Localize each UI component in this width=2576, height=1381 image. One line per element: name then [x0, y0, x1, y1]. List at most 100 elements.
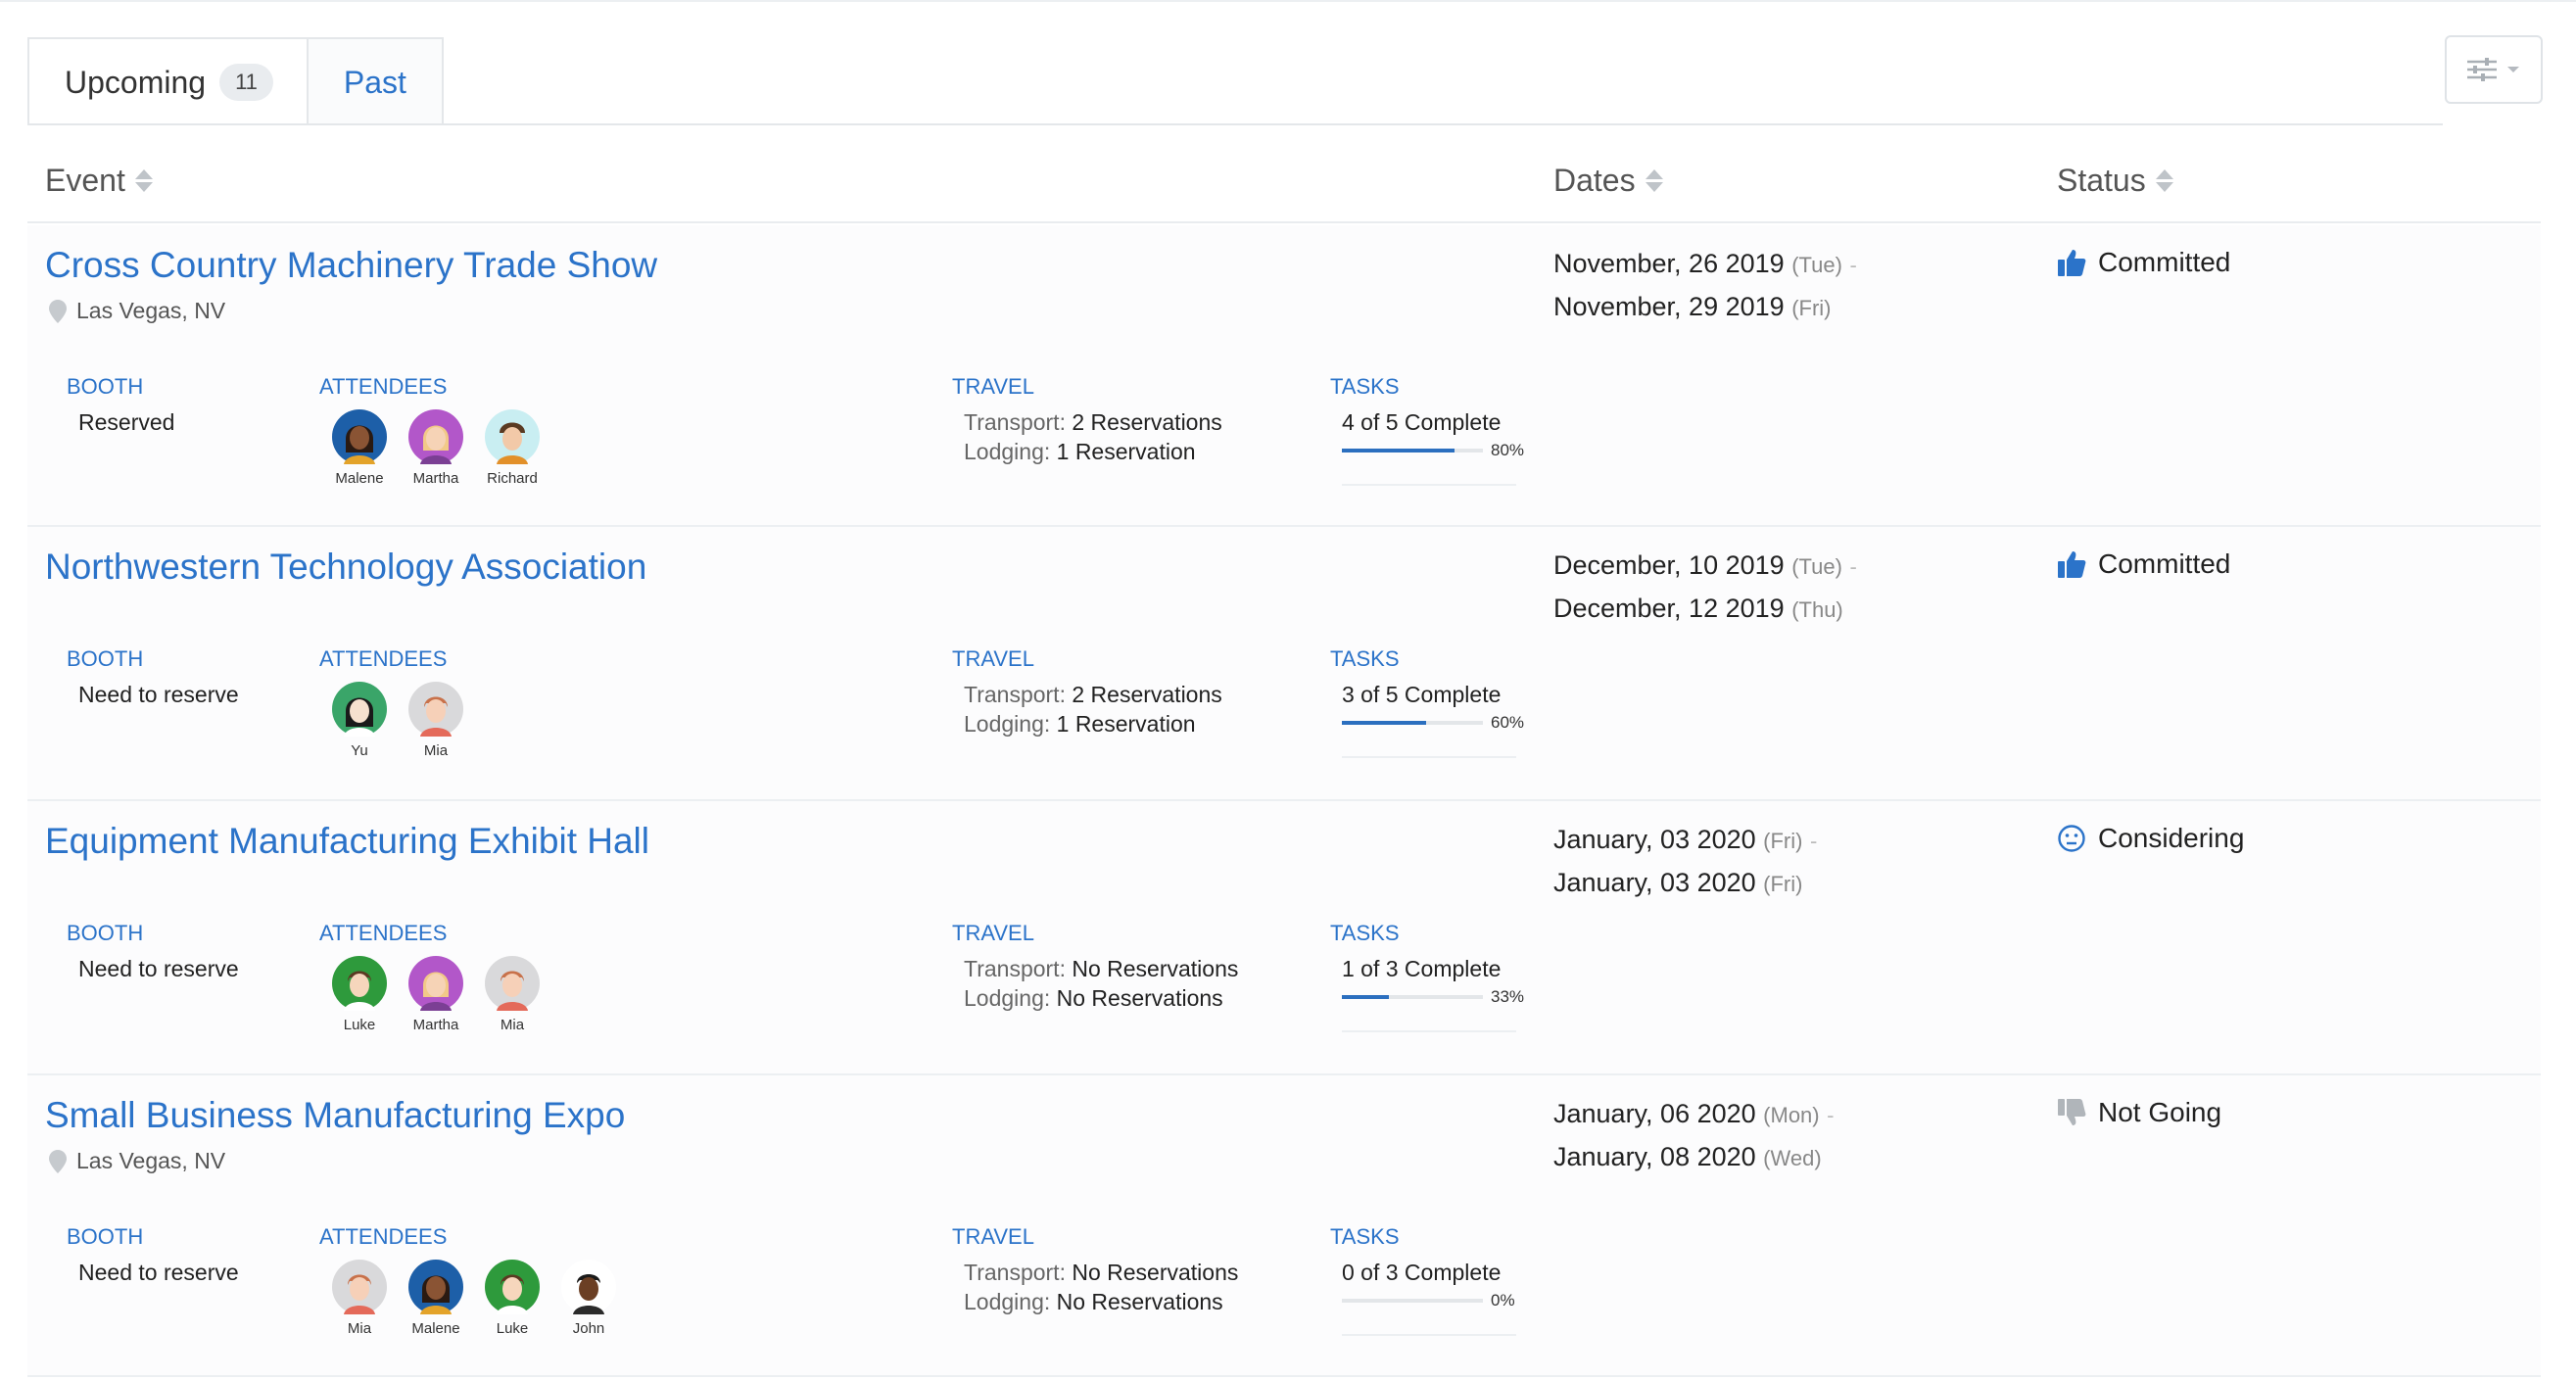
event-status[interactable]: Committed	[2057, 247, 2230, 278]
attendee-name: John	[572, 1320, 605, 1337]
transport-key: Transport:	[964, 409, 1066, 435]
progress-divider	[1342, 1334, 1516, 1336]
progress-percent: 60%	[1491, 713, 1525, 732]
transport-key: Transport:	[964, 682, 1066, 707]
transport-value: 2 Reservations	[1072, 682, 1222, 707]
attendee-avatar[interactable]: Luke	[484, 1260, 541, 1337]
tabs-divider	[27, 123, 2443, 125]
status-text: Considering	[2098, 823, 2245, 853]
transport-value: 2 Reservations	[1072, 409, 1222, 435]
avatar-icon	[561, 1260, 616, 1314]
event-title-link[interactable]: Cross Country Machinery Trade Show	[45, 245, 657, 286]
event-location: Las Vegas, NV	[49, 298, 225, 324]
lodging-key: Lodging:	[964, 985, 1051, 1011]
start-weekday: (Tue)	[1791, 253, 1842, 277]
avatar-icon	[485, 409, 540, 464]
thumbs-up-icon	[2058, 551, 2086, 578]
start-date: January, 06 2020	[1553, 1099, 1756, 1128]
filter-settings-button[interactable]	[2445, 35, 2543, 104]
start-date-line: January, 03 2020 (Fri) -	[1553, 825, 1818, 854]
lodging-value: 1 Reservation	[1056, 439, 1196, 464]
attendee-avatar[interactable]: Mia	[407, 682, 464, 759]
sort-icon	[134, 169, 153, 192]
transport-info: Transport: 2 Reservations	[964, 409, 1222, 436]
attendee-list: Luke Martha Mia	[331, 956, 541, 1033]
progress-percent: 0%	[1491, 1291, 1515, 1310]
attendee-avatar[interactable]: Malene	[331, 409, 388, 487]
attendee-list: Mia Malene Luke John	[331, 1260, 617, 1337]
attendee-list: Malene Martha Richard	[331, 409, 541, 487]
event-location-text: Las Vegas, NV	[76, 298, 226, 323]
event-status[interactable]: Not Going	[2057, 1097, 2221, 1128]
map-pin-icon	[49, 1149, 67, 1173]
event-row: Equipment Manufacturing Exhibit Hall BOO…	[27, 801, 2541, 1075]
status-text: Committed	[2098, 548, 2231, 579]
start-weekday: (Tue)	[1791, 554, 1842, 579]
avatar-icon	[485, 1260, 540, 1314]
attendee-name: Richard	[487, 470, 538, 487]
event-dates: December, 10 2019 (Tue) - December, 12 2…	[1553, 545, 1857, 631]
progress-track	[1342, 721, 1483, 725]
attendee-avatar[interactable]: Malene	[407, 1260, 464, 1337]
lodging-key: Lodging:	[964, 711, 1051, 737]
end-date-line: December, 12 2019 (Thu)	[1553, 588, 1857, 631]
event-row: Small Business Manufacturing Expo Las Ve…	[27, 1075, 2541, 1377]
attendee-avatar[interactable]: Yu	[331, 682, 388, 759]
booth-status: Need to reserve	[78, 1260, 239, 1285]
travel-label: TRAVEL	[952, 1224, 1034, 1249]
tab-upcoming[interactable]: Upcoming 11	[27, 37, 309, 125]
event-title-link[interactable]: Small Business Manufacturing Expo	[45, 1095, 625, 1136]
attendee-avatar[interactable]: Martha	[407, 409, 464, 487]
column-header-dates[interactable]: Dates	[1553, 163, 1663, 199]
avatar-icon	[332, 1260, 387, 1314]
header-divider	[27, 221, 2541, 223]
start-date: November, 26 2019	[1553, 249, 1785, 278]
column-header-event[interactable]: Event	[45, 163, 153, 199]
lodging-value: 1 Reservation	[1056, 711, 1196, 737]
event-title-link[interactable]: Northwestern Technology Association	[45, 547, 646, 588]
travel-label: TRAVEL	[952, 921, 1034, 945]
attendee-avatar[interactable]: Richard	[484, 409, 541, 487]
neutral-face-icon	[2058, 825, 2085, 852]
start-date-line: December, 10 2019 (Tue) -	[1553, 550, 1857, 580]
thumbs-up-icon	[2058, 250, 2086, 276]
sort-icon	[2155, 169, 2173, 192]
event-location-text: Las Vegas, NV	[76, 1148, 226, 1173]
avatar-icon	[408, 956, 463, 1011]
attendee-avatar[interactable]: Martha	[407, 956, 464, 1033]
transport-value: No Reservations	[1072, 1260, 1239, 1285]
event-status[interactable]: Committed	[2057, 548, 2230, 580]
start-weekday: (Mon)	[1763, 1103, 1820, 1127]
chevron-down-icon	[2507, 67, 2519, 72]
lodging-value: No Reservations	[1056, 985, 1223, 1011]
end-date-line: January, 03 2020 (Fri)	[1553, 862, 1817, 905]
event-title-link[interactable]: Equipment Manufacturing Exhibit Hall	[45, 821, 649, 862]
start-weekday: (Fri)	[1763, 829, 1803, 853]
progress-fill	[1342, 995, 1389, 999]
attendee-avatar[interactable]: Luke	[331, 956, 388, 1033]
tasks-label: TASKS	[1330, 921, 1400, 945]
avatar-icon	[332, 956, 387, 1011]
progress-percent: 80%	[1491, 441, 1525, 459]
transport-key: Transport:	[964, 956, 1066, 981]
tab-past[interactable]: Past	[308, 37, 444, 125]
column-header-status[interactable]: Status	[2057, 163, 2173, 199]
transport-value: No Reservations	[1072, 956, 1239, 981]
avatar-icon	[485, 956, 540, 1011]
end-weekday: (Fri)	[1763, 872, 1803, 896]
attendees-label: ATTENDEES	[319, 646, 448, 671]
transport-info: Transport: No Reservations	[964, 1260, 1238, 1286]
event-header-label: Event	[45, 163, 125, 198]
attendee-avatar[interactable]: John	[560, 1260, 617, 1337]
attendee-avatar[interactable]: Mia	[331, 1260, 388, 1337]
attendee-name: Martha	[412, 470, 459, 487]
tasks-label: TASKS	[1330, 646, 1400, 671]
upcoming-count-badge: 11	[219, 64, 273, 101]
progress-divider	[1342, 484, 1516, 486]
progress-track	[1342, 995, 1483, 999]
lodging-key: Lodging:	[964, 439, 1051, 464]
event-status[interactable]: Considering	[2057, 823, 2244, 854]
tab-bar: Upcoming 11 Past	[27, 37, 444, 125]
end-weekday: (Wed)	[1763, 1146, 1822, 1170]
attendee-avatar[interactable]: Mia	[484, 956, 541, 1033]
